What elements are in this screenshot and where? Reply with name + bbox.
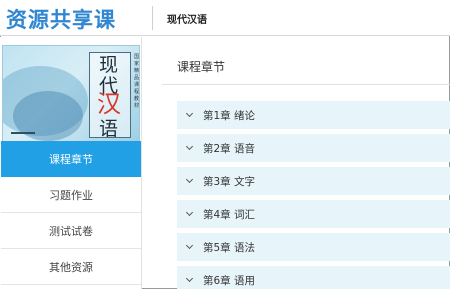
course-title: 现代汉语 (167, 15, 207, 26)
chevron-down-icon (185, 176, 195, 186)
title-divider (162, 84, 450, 85)
chevron-down-icon (185, 275, 195, 285)
chevron-down-icon (185, 110, 195, 120)
chapter-item[interactable]: 第4章 词汇 (177, 200, 450, 228)
course-cover-image: 现 代 汉 语 国家精品课程教材 (2, 45, 140, 143)
chapter-list: 第1章 绪论 第2章 语音 第3章 文字 第4章 词汇 第5章 语法 第6章 语… (177, 101, 450, 289)
chapter-item[interactable]: 第5章 语法 (177, 233, 450, 261)
sidebar-item-chapters[interactable]: 课程章节 (1, 141, 141, 177)
sidebar-nav: 课程章节 习题作业 测试试卷 其他资源 (0, 141, 142, 285)
chapter-label: 第6章 语用 (203, 274, 256, 287)
cover-char: 语 (99, 118, 119, 140)
sidebar-item-other-resources[interactable]: 其他资源 (1, 249, 141, 285)
cover-char: 汉 (97, 90, 121, 118)
header-divider (152, 6, 153, 30)
site-logo-text[interactable]: 资源共享课 (6, 4, 116, 34)
sidebar-item-exercises[interactable]: 习题作业 (1, 177, 141, 213)
chapter-label: 第4章 词汇 (203, 208, 256, 221)
chapter-label: 第2章 语音 (203, 142, 256, 155)
page-title: 课程章节 (177, 60, 226, 74)
cover-logo-mark (11, 122, 35, 134)
chapter-label: 第3章 文字 (203, 175, 256, 188)
chevron-down-icon (185, 242, 195, 252)
chapter-item[interactable]: 第3章 文字 (177, 167, 450, 195)
chapter-item[interactable]: 第2章 语音 (177, 134, 450, 162)
chapter-item[interactable]: 第1章 绪论 (177, 101, 450, 129)
sidebar: 现 代 汉 语 国家精品课程教材 课程章节 习题作业 测试试卷 其他资源 (0, 37, 142, 289)
cover-subtitle: 国家精品课程教材 (134, 54, 140, 109)
chapter-label: 第5章 语法 (203, 241, 256, 254)
chapter-label: 第1章 绪论 (203, 109, 256, 122)
top-header: 资源共享课 现代汉语 (0, 0, 450, 36)
sidebar-item-tests[interactable]: 测试试卷 (1, 213, 141, 249)
chapter-item[interactable]: 第6章 语用 (177, 266, 450, 289)
chevron-down-icon (185, 209, 195, 219)
chevron-down-icon (185, 143, 195, 153)
cover-char: 现 (99, 54, 119, 76)
